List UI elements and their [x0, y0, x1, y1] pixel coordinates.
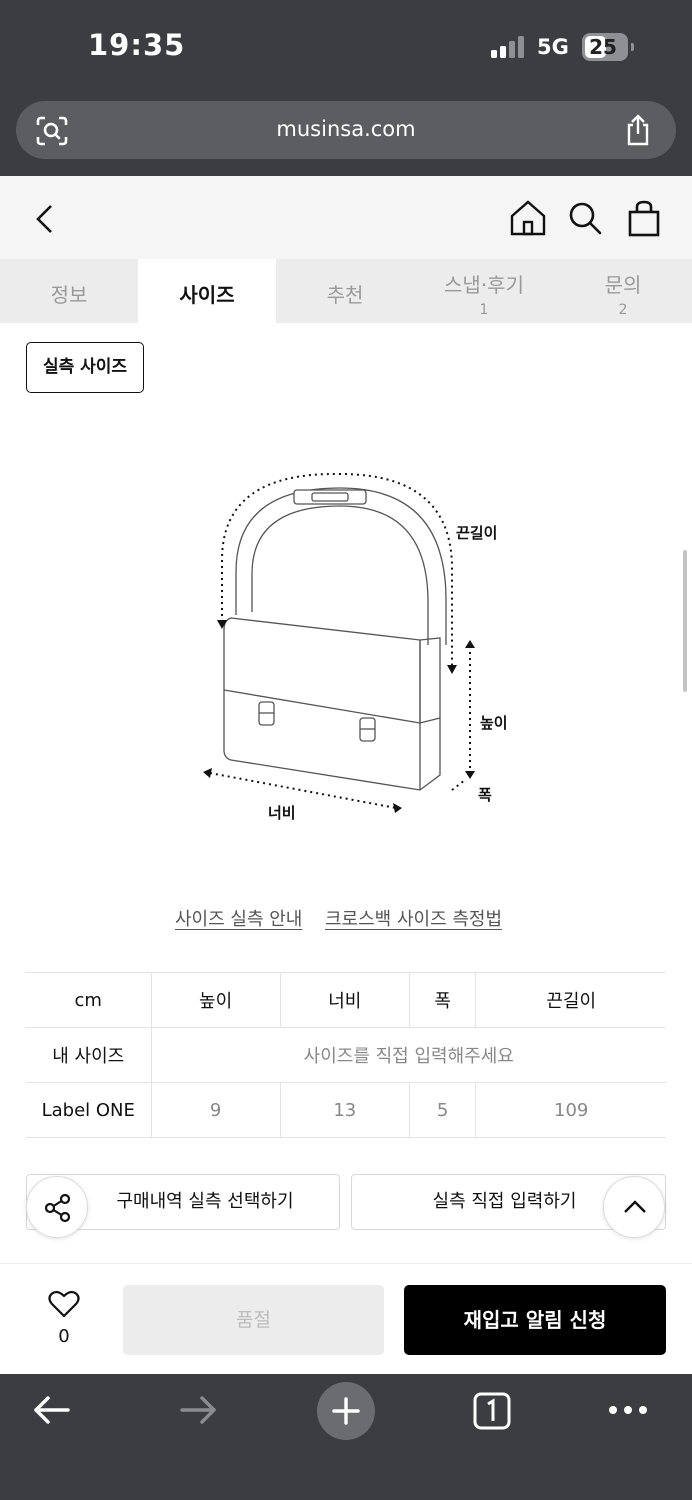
depth-label: 폭 — [478, 786, 492, 804]
my-size-input[interactable]: 사이즈를 직접 입력해주세요 — [151, 1027, 666, 1083]
home-icon[interactable] — [509, 200, 547, 236]
app-header — [0, 176, 692, 259]
header-depth: 폭 — [409, 972, 477, 1028]
value-depth: 5 — [409, 1082, 477, 1138]
value-width: 13 — [280, 1082, 410, 1138]
more-icon[interactable] — [608, 1404, 648, 1416]
width-label: 너비 — [268, 804, 296, 822]
row-label: Label ONE — [26, 1082, 152, 1138]
search-icon[interactable] — [567, 200, 603, 236]
scroll-top-button[interactable] — [603, 1176, 665, 1238]
inquiry-count: 2 — [618, 302, 628, 318]
tab-inquiry[interactable]: 문의 2 — [554, 259, 692, 323]
size-table: cm 높이 너비 폭 끈길이 내 사이즈 사이즈를 직접 입력해주세요 Labe… — [26, 972, 666, 1138]
network-type: 5G — [537, 35, 569, 59]
battery-level: 25 — [589, 35, 617, 59]
like-count: 0 — [58, 1326, 70, 1347]
heart-icon[interactable] — [48, 1290, 80, 1318]
size-guide-link[interactable]: 사이즈 실측 안내 — [175, 905, 302, 931]
browser-back-icon[interactable] — [32, 1394, 70, 1426]
header-width: 너비 — [280, 972, 410, 1028]
tab-info[interactable]: 정보 — [0, 259, 138, 323]
cart-icon[interactable] — [627, 199, 661, 237]
tab-snap-review[interactable]: 스냅·후기 1 — [414, 259, 554, 323]
height-label: 높이 — [480, 714, 508, 732]
my-size-label: 내 사이즈 — [26, 1027, 152, 1083]
review-count: 1 — [479, 302, 489, 318]
measure-method-link[interactable]: 크로스백 사이즈 측정법 — [325, 905, 502, 931]
value-height: 9 — [151, 1082, 281, 1138]
address-bar[interactable]: musinsa.com — [16, 101, 676, 159]
tab-recommend[interactable]: 추천 — [276, 259, 414, 323]
strap-label: 끈길이 — [456, 524, 497, 542]
value-strap: 109 — [475, 1082, 666, 1138]
header-strap: 끈길이 — [475, 972, 666, 1028]
tabs-icon[interactable] — [472, 1391, 512, 1431]
new-tab-button[interactable] — [317, 1382, 375, 1440]
unit-cell: cm — [26, 972, 152, 1028]
tab-size[interactable]: 사이즈 — [138, 259, 276, 323]
table-row: Label ONE 9 13 5 109 — [26, 1082, 666, 1138]
browser-toolbar — [0, 1374, 692, 1500]
browser-chrome-top: 19:35 5G 25 musinsa.com — [0, 0, 692, 176]
bag-size-diagram: 끈길이 높이 폭 너비 — [203, 472, 508, 822]
sold-out-button: 품절 — [123, 1285, 384, 1355]
my-size-row: 내 사이즈 사이즈를 직접 입력해주세요 — [26, 1027, 666, 1083]
browser-forward-icon[interactable] — [180, 1394, 218, 1426]
battery-icon: 25 — [582, 33, 634, 61]
signal-icon — [491, 36, 527, 58]
chevron-up-icon — [624, 1200, 646, 1213]
plus-icon — [332, 1397, 360, 1425]
measured-size-chip[interactable]: 실측 사이즈 — [26, 342, 144, 393]
table-header-row: cm 높이 너비 폭 끈길이 — [26, 972, 666, 1028]
back-icon[interactable] — [34, 204, 56, 234]
share-button[interactable] — [26, 1176, 88, 1238]
scrollbar[interactable] — [683, 550, 687, 692]
product-tabs: 정보 사이즈 추천 스냅·후기 1 문의 2 — [0, 259, 692, 323]
share-nodes-icon — [44, 1193, 71, 1223]
status-time: 19:35 — [88, 28, 186, 62]
url-text: musinsa.com — [276, 117, 416, 141]
share-icon[interactable] — [624, 114, 652, 146]
header-height: 높이 — [151, 972, 281, 1028]
restock-alert-button[interactable]: 재입고 알림 신청 — [404, 1285, 666, 1355]
